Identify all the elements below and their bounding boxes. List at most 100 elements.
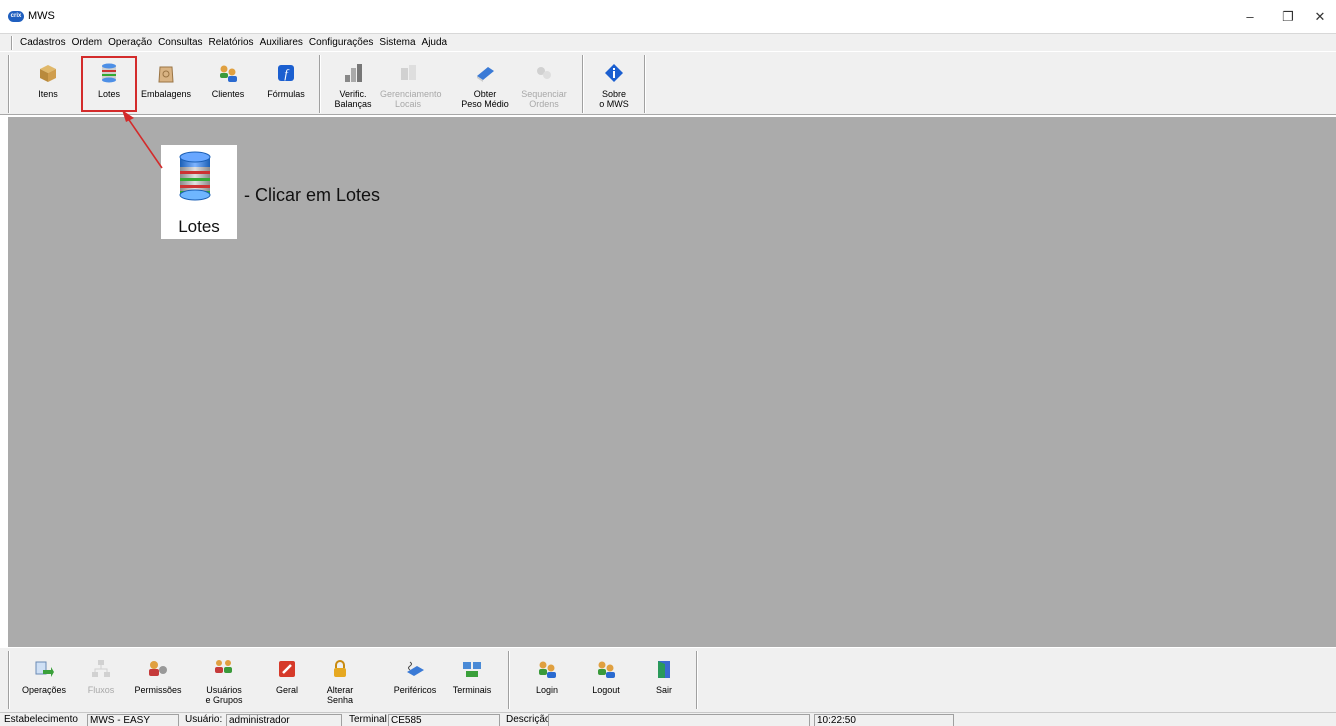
menu-items: Cadastros Ordem Operação Consultas Relatório… — [20, 37, 447, 48]
estabelecimento-label: Estabelecimento — [4, 714, 78, 725]
toolbar-button-sobre-o-mws[interactable]: Sobre o MWS — [586, 56, 642, 112]
window-title: MWS — [28, 10, 55, 22]
formula-icon: f — [278, 65, 294, 81]
logout-icon — [598, 661, 615, 678]
toolbar-separator — [582, 55, 584, 113]
menu-ajuda[interactable]: Ajuda — [422, 37, 448, 48]
menu-configuracoes[interactable]: Configurações — [309, 37, 373, 48]
menu-auxiliares[interactable]: Auxiliares — [260, 37, 303, 48]
toolbar-button-operacoes[interactable]: Operações — [16, 652, 72, 708]
toolbar-button-label: Usuários e Grupos — [205, 685, 243, 705]
toolbar-button-label: Itens — [38, 89, 58, 99]
flow-icon — [92, 660, 110, 677]
toolbar-grip — [8, 651, 10, 709]
usuario-value: administrador — [226, 714, 342, 726]
permissions-icon — [149, 661, 167, 676]
toolbar-button-lotes[interactable]: Lotes — [81, 56, 137, 112]
users-icon — [220, 65, 237, 82]
toolbar-button-label: Verific. Balanças — [334, 89, 372, 109]
toolbar-button-label: Permissões — [134, 685, 182, 695]
menu-sistema[interactable]: Sistema — [379, 37, 415, 48]
toolbar-button-label: Gerenciamento Locais — [380, 89, 442, 109]
menu-cadastros[interactable]: Cadastros — [20, 37, 66, 48]
info-icon — [605, 64, 623, 82]
toolbar-button-perifericos[interactable]: Periféricos — [387, 652, 443, 708]
toolbar-button-verific-balancas[interactable]: Verific. Balanças — [325, 56, 381, 112]
menu-relatorios[interactable]: Relatórios — [209, 37, 254, 48]
operations-icon — [35, 661, 54, 677]
callout-lotes-image: Lotes — [161, 145, 237, 239]
weight-icon — [477, 67, 494, 82]
toolbar-button-label: Operações — [21, 685, 67, 695]
toolbar-button-label: Terminais — [452, 685, 492, 695]
toolbar-button-label: Logout — [592, 685, 620, 695]
mdi-workspace: Lotes - Clicar em Lotes — [8, 117, 1336, 647]
descricao-label: Descrição — [506, 714, 551, 725]
toolbar-button-sair[interactable]: Sair — [636, 652, 692, 708]
terminal-label: Terminal — [349, 714, 387, 725]
toolbar-button-label: Fluxos — [87, 685, 115, 695]
toolbar-button-usuarios-e-grupos[interactable]: Usuários e Grupos — [196, 652, 252, 708]
toolbar-button-logout[interactable]: Logout — [578, 652, 634, 708]
toolbar-button-label: Clientes — [211, 89, 245, 99]
toolbar-button-formulas[interactable]: f Fórmulas — [258, 56, 314, 112]
toolbar-separator — [696, 651, 698, 709]
menu-operacao[interactable]: Operação — [108, 37, 152, 48]
minimize-button[interactable]: – — [1230, 6, 1270, 28]
toolbar-button-sequenciar-ordens: Sequenciar Ordens — [516, 56, 572, 112]
menu-grip — [11, 36, 13, 50]
user-groups-icon — [215, 660, 232, 673]
terminals-icon — [463, 662, 481, 677]
toolbar-button-clientes[interactable]: Clientes — [200, 56, 256, 112]
toolbar-button-itens[interactable]: Itens — [20, 56, 76, 112]
toolbar-button-label: Sobre o MWS — [599, 89, 629, 109]
main-toolbar: Itens Lotes Embalagens Clientes f Fórmulas Ver… — [0, 51, 1336, 115]
toolbar-button-geral[interactable]: Geral — [259, 652, 315, 708]
package-bag-icon — [158, 66, 174, 83]
toolbar-button-obter-peso-medio[interactable]: Obter Peso Médio — [457, 56, 513, 112]
toolbar-button-label: Embalagens — [140, 89, 192, 99]
toolbar-button-permissoes[interactable]: Permissões — [130, 652, 186, 708]
toolbar-button-label: Alterar Senha — [326, 685, 354, 705]
terminal-value: CE585 — [388, 714, 500, 726]
locations-icon — [401, 65, 416, 80]
database-icon — [102, 63, 116, 83]
title-bar: crix MWS – ❐ ✕ — [0, 0, 1336, 33]
toolbar-button-login[interactable]: Login — [519, 652, 575, 708]
toolbar-separator — [508, 651, 510, 709]
callout-lotes-label: Lotes — [178, 217, 220, 236]
clock: 10:22:50 — [814, 714, 954, 726]
toolbar-button-alterar-senha[interactable]: Alterar Senha — [312, 652, 368, 708]
toolbar-button-label: Obter Peso Médio — [461, 89, 509, 109]
estabelecimento-value: MWS - EASY — [87, 714, 179, 726]
scale-icon — [345, 64, 362, 82]
database-icon — [179, 151, 211, 201]
toolbar-button-terminais[interactable]: Terminais — [444, 652, 500, 708]
status-bar: Estabelecimento MWS - EASY Usuário: admi… — [0, 712, 1336, 726]
toolbar-button-embalagens[interactable]: Embalagens — [138, 56, 194, 112]
toolbar-separator — [319, 55, 321, 113]
toolbar-button-label: Periféricos — [393, 685, 437, 695]
instruction-text: - Clicar em Lotes — [244, 185, 381, 205]
box-icon — [40, 65, 56, 82]
general-settings-icon — [279, 661, 295, 677]
toolbar-button-fluxos: Fluxos — [73, 652, 129, 708]
lock-icon — [334, 660, 346, 677]
toolbar-grip — [8, 55, 10, 113]
toolbar-button-label: Sair — [655, 685, 672, 695]
toolbar-separator — [644, 55, 646, 113]
exit-door-icon — [658, 661, 670, 678]
usuario-label: Usuário: — [185, 714, 223, 725]
toolbar-button-label: Login — [535, 685, 559, 695]
menu-bar: Cadastros Ordem Operação Consultas Relatório… — [0, 33, 1336, 51]
toolbar-button-label: Sequenciar Ordens — [521, 89, 567, 109]
descricao-value — [548, 714, 810, 726]
toolbar-button-label: Lotes — [97, 89, 121, 99]
login-icon — [539, 661, 556, 678]
close-button[interactable]: ✕ — [1300, 6, 1336, 28]
bottom-toolbar: Operações Fluxos Permissões Usuários e Grup… — [0, 647, 1336, 712]
menu-ordem[interactable]: Ordem — [72, 37, 103, 48]
toolbar-button-label: Fórmulas — [267, 89, 305, 99]
menu-consultas[interactable]: Consultas — [158, 37, 202, 48]
sequence-icon — [537, 67, 551, 79]
